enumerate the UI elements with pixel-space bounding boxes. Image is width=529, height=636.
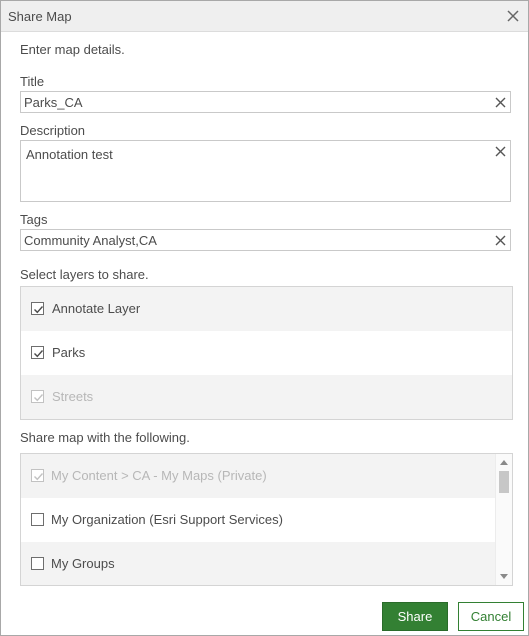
layers-heading: Select layers to share. [20, 267, 149, 282]
share-label: My Organization (Esri Support Services) [51, 512, 283, 527]
checkbox[interactable] [31, 346, 44, 359]
cancel-button[interactable]: Cancel [458, 602, 524, 631]
clear-description-icon[interactable] [495, 145, 506, 157]
dialog-titlebar: Share Map [1, 1, 528, 32]
share-row-organization[interactable]: My Organization (Esri Support Services) [21, 498, 496, 542]
share-label: My Groups [51, 556, 115, 571]
layers-list: Annotate Layer Parks Streets [20, 286, 513, 420]
clear-title-icon[interactable] [495, 96, 506, 108]
layer-row-parks[interactable]: Parks [21, 331, 512, 375]
scroll-down-arrow-icon[interactable] [500, 574, 508, 579]
title-label: Title [20, 74, 45, 89]
title-field[interactable]: Parks_CA [20, 91, 511, 113]
layer-row-annotate[interactable]: Annotate Layer [21, 287, 512, 331]
share-row-groups[interactable]: My Groups [21, 542, 496, 585]
layer-label: Streets [52, 389, 94, 404]
share-with-list[interactable]: My Content > CA - My Maps (Private) My O… [20, 453, 513, 586]
share-label: My Content > CA - My Maps (Private) [51, 468, 267, 483]
scrollbar-thumb[interactable] [499, 471, 509, 493]
list-scrollbar[interactable] [495, 454, 512, 585]
checkbox[interactable] [31, 302, 44, 315]
description-field[interactable]: Annotation test [20, 140, 511, 202]
tags-value: Community Analyst,CA [24, 233, 157, 248]
layer-label: Annotate Layer [52, 301, 141, 316]
tags-label: Tags [20, 212, 48, 227]
share-row-my-content: My Content > CA - My Maps (Private) [21, 454, 496, 498]
share-map-dialog: Share Map Enter map details. Title Parks… [0, 0, 529, 636]
checkbox-disabled [31, 469, 44, 482]
title-value: Parks_CA [24, 95, 83, 110]
description-value: Annotation test [26, 147, 113, 162]
clear-tags-icon[interactable] [495, 234, 506, 246]
close-icon[interactable] [506, 9, 520, 23]
intro-text: Enter map details. [20, 42, 125, 57]
checkbox[interactable] [31, 557, 44, 570]
layer-label: Parks [52, 345, 86, 360]
dialog-title: Share Map [8, 9, 72, 24]
share-button[interactable]: Share [382, 602, 448, 631]
scroll-up-arrow-icon[interactable] [500, 460, 508, 465]
checkbox[interactable] [31, 513, 44, 526]
checkbox-disabled [31, 390, 44, 403]
description-label: Description [20, 123, 86, 138]
tags-field[interactable]: Community Analyst,CA [20, 229, 511, 251]
share-with-heading: Share map with the following. [20, 430, 190, 445]
layer-row-streets: Streets [21, 375, 512, 419]
